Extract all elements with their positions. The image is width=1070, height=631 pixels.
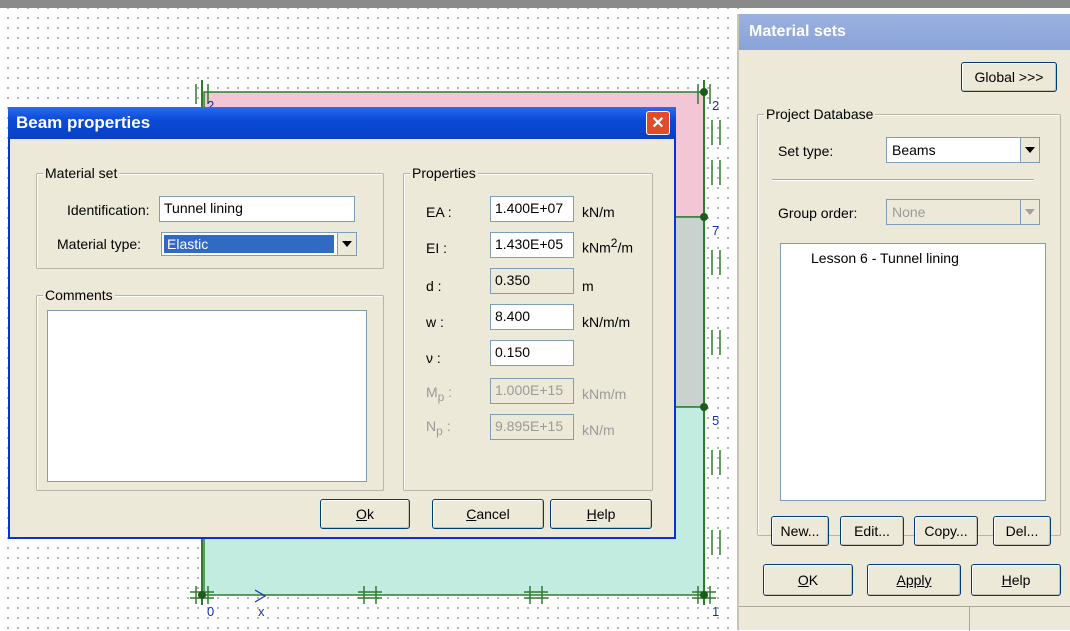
material-type-select[interactable]: Elastic <box>161 232 357 256</box>
group-order-select[interactable]: None <box>886 199 1040 225</box>
dialog-title: Beam properties <box>16 113 151 132</box>
ei-label: EI : <box>426 240 448 256</box>
close-icon: ✕ <box>651 115 665 132</box>
copy-button[interactable]: Copy... <box>914 516 978 546</box>
edit-button[interactable]: Edit... <box>840 516 904 546</box>
help-button[interactable]: Help <box>971 564 1061 596</box>
comments-group-title: Comments <box>43 287 115 303</box>
delete-button[interactable]: Del... <box>993 516 1051 546</box>
ok-button[interactable]: OK <box>763 564 853 596</box>
node-point[interactable] <box>198 591 206 599</box>
nu-label: ν : <box>426 350 441 366</box>
status-bar <box>739 606 1070 631</box>
properties-group-title: Properties <box>410 165 478 181</box>
comments-group: Comments <box>36 287 384 491</box>
material-set-group: Material set Identification: Tunnel lini… <box>36 165 384 269</box>
set-type-value: Beams <box>892 142 936 158</box>
status-bar-divider <box>969 607 970 631</box>
identification-input[interactable]: Tunnel lining <box>159 196 355 222</box>
comments-textarea[interactable] <box>47 310 367 482</box>
ok-button[interactable]: Ok <box>320 499 410 529</box>
help-button[interactable]: Help <box>550 499 652 529</box>
np-label: Np : <box>426 418 451 438</box>
beam-properties-dialog: Beam properties ✕ Material set Identific… <box>8 107 676 539</box>
node-label: 0 <box>207 604 214 619</box>
dropdown-arrow-icon <box>1020 200 1039 224</box>
mp-unit: kNm/m <box>582 386 627 402</box>
ei-unit: kNm2/m <box>582 236 634 256</box>
np-unit: kN/m <box>582 422 615 438</box>
divider <box>772 179 1034 181</box>
window-titlebar[interactable]: Material sets <box>739 14 1070 50</box>
new-button[interactable]: New... <box>771 516 829 546</box>
axis-label: x <box>258 604 265 619</box>
node-label: 5 <box>712 413 719 428</box>
d-unit: m <box>582 278 594 294</box>
node-label: 1 <box>712 604 719 619</box>
set-type-select[interactable]: Beams <box>886 137 1040 163</box>
node-point[interactable] <box>700 403 708 411</box>
node-point[interactable] <box>700 213 708 221</box>
dropdown-arrow-icon[interactable] <box>1020 138 1039 162</box>
node-label: 7 <box>712 223 719 238</box>
w-label: w : <box>426 314 444 330</box>
mp-input[interactable]: 1.000E+15 <box>490 378 574 404</box>
ea-label: EA : <box>426 204 452 220</box>
window-title: Material sets <box>749 23 846 40</box>
node-point[interactable] <box>700 591 708 599</box>
dialog-titlebar[interactable]: Beam properties ✕ <box>8 107 676 139</box>
w-input[interactable]: 8.400 <box>490 304 574 330</box>
ei-input[interactable]: 1.430E+05 <box>490 232 574 258</box>
d-value: 0.350 <box>490 268 574 294</box>
mp-label: Mp : <box>426 384 453 404</box>
list-item[interactable]: Lesson 6 - Tunnel lining <box>811 250 959 266</box>
project-database-group: Project Database Set type: Beams Group o… <box>757 106 1061 536</box>
dropdown-arrow-icon[interactable] <box>337 233 356 255</box>
ea-unit: kN/m <box>582 204 615 220</box>
global-button[interactable]: Global >>> <box>961 62 1057 92</box>
right-fixities <box>711 120 721 555</box>
close-button[interactable]: ✕ <box>646 111 670 135</box>
ea-input[interactable]: 1.400E+07 <box>490 196 574 222</box>
properties-group: Properties EA : 1.400E+07 kN/m EI : 1.43… <box>403 165 653 491</box>
node-point[interactable] <box>700 88 708 96</box>
apply-button[interactable]: Apply <box>867 564 961 596</box>
set-type-label: Set type: <box>778 143 834 159</box>
identification-label: Identification: <box>67 202 150 218</box>
project-database-title: Project Database <box>764 106 876 122</box>
material-type-label: Material type: <box>57 236 142 252</box>
group-order-label: Group order: <box>778 205 858 221</box>
material-sets-list[interactable]: Lesson 6 - Tunnel lining <box>780 243 1046 501</box>
np-input[interactable]: 9.895E+15 <box>490 414 574 440</box>
material-set-group-title: Material set <box>43 165 120 181</box>
d-label: d : <box>426 278 442 294</box>
nu-input[interactable]: 0.150 <box>490 340 574 366</box>
w-unit: kN/m/m <box>582 314 631 330</box>
material-type-value: Elastic <box>164 235 334 253</box>
material-sets-window: Material sets Global >>> Project Databas… <box>737 14 1070 631</box>
group-order-value: None <box>892 204 926 220</box>
node-label: 2 <box>712 98 719 113</box>
cancel-button[interactable]: Cancel <box>432 499 544 529</box>
